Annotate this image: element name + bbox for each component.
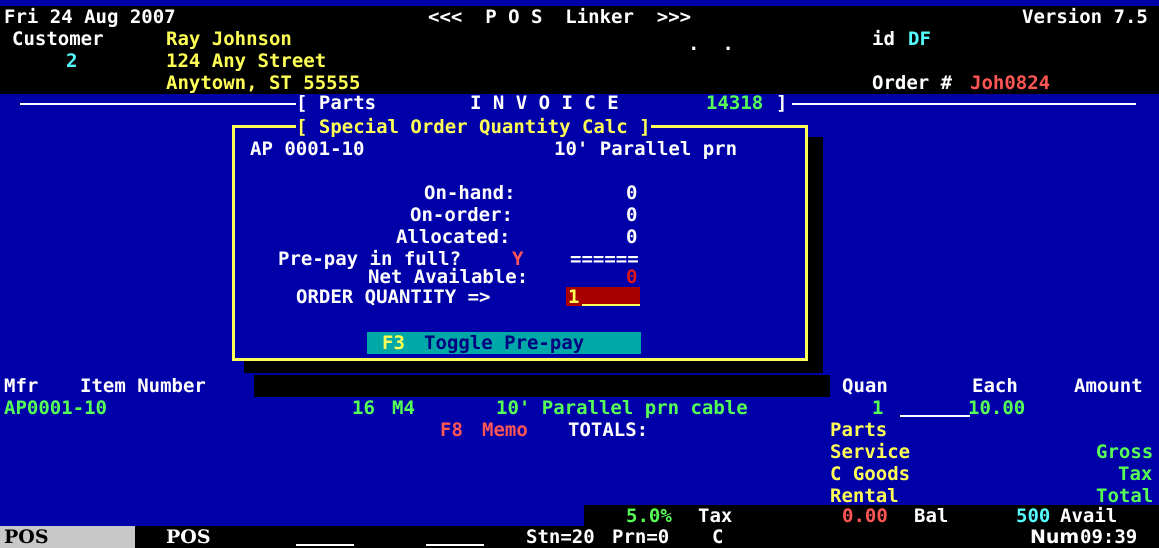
status-tab-1: POS	[4, 526, 49, 548]
available-value: 500	[1016, 505, 1051, 527]
app-title: <<< P O S Linker >>>	[428, 6, 692, 28]
order-number-label: Order #	[872, 72, 953, 94]
line-item-description[interactable]: 10' Parallel prn cable	[496, 397, 748, 419]
customer-name[interactable]: Ray Johnson	[166, 28, 292, 50]
col-quan: Quan	[842, 375, 888, 397]
line-item-each[interactable]: 10.00	[968, 397, 1025, 419]
balance-label: Bal	[914, 505, 949, 527]
status-printer: Prn=0	[612, 526, 670, 548]
invoice-divider-left	[20, 103, 296, 105]
totals-tax: Tax	[1118, 463, 1153, 485]
totals-rental: Rental	[830, 485, 899, 507]
on-hand-label: On-hand:	[424, 182, 516, 204]
order-quantity-underline	[582, 304, 640, 306]
customer-city[interactable]: Anytown, ST 55555	[166, 72, 360, 94]
on-order-label: On-order:	[410, 204, 513, 226]
net-available-label: Net Available:	[368, 266, 529, 288]
column-header-bar	[254, 375, 830, 397]
line-item-quan[interactable]: 1	[872, 397, 883, 419]
customer-number[interactable]: 2	[66, 50, 77, 72]
col-amount: Amount	[1074, 375, 1143, 397]
invoice-parts-label: [ Parts	[296, 92, 377, 114]
status-num-lock: Num	[1030, 526, 1080, 548]
version-label: Version 7.5	[1022, 6, 1148, 28]
line-item-number[interactable]: AP0001-10	[4, 397, 107, 419]
order-quantity-value: 1	[568, 286, 580, 308]
special-order-dialog	[232, 125, 808, 361]
order-number-value[interactable]: Joh0824	[970, 72, 1050, 94]
order-quantity-label: ORDER QUANTITY =>	[296, 286, 491, 308]
invoice-bracket-right: ]	[776, 92, 788, 114]
on-order-value: 0	[626, 204, 638, 226]
tax-rate: 5.0%	[626, 505, 672, 527]
dialog-shadow-bottom	[244, 361, 823, 373]
status-blank-1	[296, 544, 354, 546]
invoice-divider-right	[792, 103, 1136, 105]
invoice-number: 14318	[706, 92, 764, 114]
id-value[interactable]: DF	[908, 28, 931, 50]
dialog-item-code: AP 0001-10	[250, 138, 365, 160]
totals-total: Total	[1096, 485, 1154, 507]
status-tab-2[interactable]: POS	[166, 526, 211, 548]
memo-key: F8	[440, 419, 463, 441]
available-label: Avail	[1060, 505, 1118, 527]
col-each: Each	[972, 375, 1018, 397]
id-label: id	[872, 28, 895, 50]
status-clock: 09:39	[1080, 526, 1138, 548]
allocated-value: 0	[626, 226, 638, 248]
totals-service: Service	[830, 441, 911, 463]
line-item-qty-on-hand: 16	[352, 397, 375, 419]
balance-value: 0.00	[842, 505, 888, 527]
totals-parts: Parts	[830, 419, 888, 441]
header-date: Fri 24 Aug 2007	[4, 6, 176, 28]
status-mode: C	[712, 526, 724, 548]
totals-label: TOTALS:	[568, 419, 649, 441]
customer-street[interactable]: 124 Any Street	[166, 50, 326, 72]
customer-label: Customer	[12, 28, 104, 50]
net-available-value: 0	[626, 266, 638, 288]
on-hand-value: 0	[626, 182, 638, 204]
col-mfr: Mfr	[4, 375, 39, 397]
totals-gross: Gross	[1096, 441, 1154, 463]
status-blank-2	[426, 544, 484, 546]
dialog-title: [ Special Order Quantity Calc ]	[296, 116, 651, 138]
line-item-each-underline	[900, 415, 970, 417]
status-station: Stn=20	[526, 526, 595, 548]
toggle-prepay-label: Toggle Pre-pay	[424, 332, 585, 354]
toggle-prepay-key: F3	[382, 332, 405, 354]
invoice-title: I N V O I C E	[470, 92, 619, 114]
tax-rate-label: Tax	[698, 505, 733, 527]
dialog-item-desc: 10' Parallel prn	[554, 138, 738, 160]
totals-c-goods: C Goods	[830, 463, 911, 485]
allocated-label: Allocated:	[396, 226, 511, 248]
memo-label[interactable]: Memo	[482, 419, 528, 441]
line-item-location: M4	[392, 397, 415, 419]
dialog-shadow	[808, 137, 823, 373]
customer-dots: . .	[688, 33, 734, 55]
col-item-number: Item Number	[80, 375, 206, 397]
